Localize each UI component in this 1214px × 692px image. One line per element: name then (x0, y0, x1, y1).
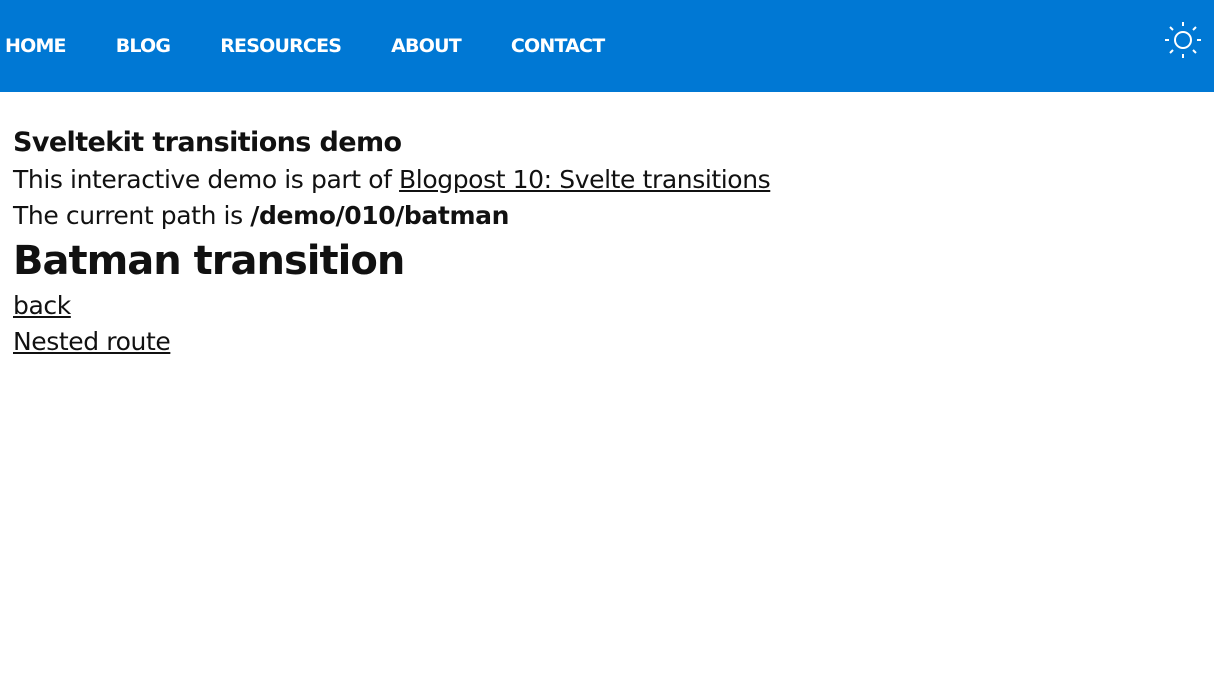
nav-contact[interactable]: CONTACT (511, 35, 605, 57)
back-link[interactable]: back (13, 288, 1193, 324)
current-path-line: The current path is /demo/010/batman (13, 198, 1193, 234)
main-content: Sveltekit transitions demo This interact… (13, 124, 1193, 360)
nav-blog[interactable]: BLOG (116, 35, 171, 57)
nav-resources[interactable]: RESOURCES (220, 35, 342, 57)
page-heading: Batman transition (13, 238, 405, 284)
intro-line: This interactive demo is part of Blogpos… (13, 162, 1193, 198)
demo-title: Sveltekit transitions demo (13, 127, 402, 158)
main-navigation: HOME BLOG RESOURCES ABOUT CONTACT (5, 0, 654, 92)
current-path-value: /demo/010/batman (250, 201, 509, 230)
theme-toggle-button[interactable] (1164, 21, 1202, 59)
blogpost-link[interactable]: Blogpost 10: Svelte transitions (399, 165, 771, 194)
sun-icon (1165, 22, 1201, 58)
nav-about[interactable]: ABOUT (391, 35, 462, 57)
nested-route-link[interactable]: Nested route (13, 324, 1193, 360)
top-navbar: HOME BLOG RESOURCES ABOUT CONTACT (0, 0, 1214, 92)
intro-text: This interactive demo is part of (13, 165, 400, 194)
path-prefix: The current path is (13, 201, 251, 230)
nav-home[interactable]: HOME (5, 35, 67, 57)
